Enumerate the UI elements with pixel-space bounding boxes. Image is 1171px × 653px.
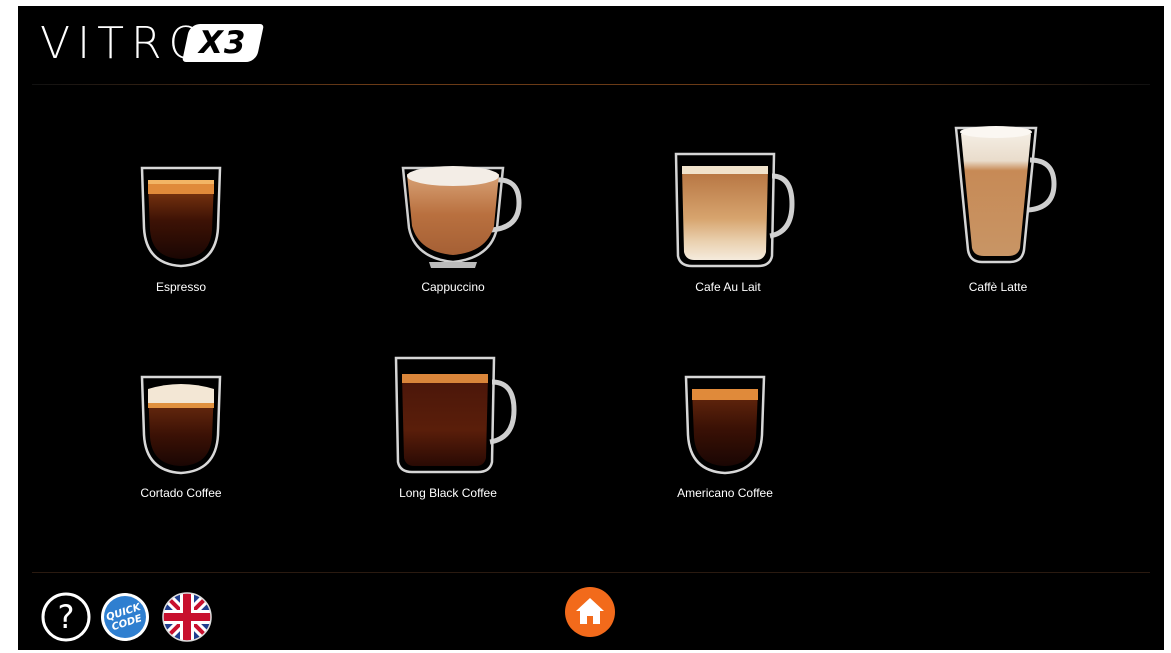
product-cappuccino[interactable]: Cappuccino [353, 158, 553, 294]
product-label: Cortado Coffee [140, 486, 222, 500]
uk-flag-icon [162, 592, 212, 642]
brand-badge-text: X3 [199, 25, 247, 61]
header-divider [32, 84, 1150, 85]
home-button[interactable] [564, 586, 616, 638]
help-button[interactable]: ? [40, 591, 92, 643]
footer-divider [32, 572, 1150, 573]
product-cortado-coffee[interactable]: Cortado Coffee [81, 369, 281, 500]
long-black-mug-icon [394, 356, 517, 474]
header: VITRO X3 [18, 6, 1164, 86]
product-label: Long Black Coffee [399, 486, 497, 500]
americano-glass-icon [684, 375, 766, 475]
quick-code-icon: QUICK CODE [101, 593, 149, 641]
product-label: Americano Coffee [677, 486, 773, 500]
help-icon: ? [41, 592, 91, 642]
cortado-glass-icon [140, 375, 222, 475]
cappuccino-cup-icon [401, 166, 522, 268]
help-symbol: ? [58, 598, 75, 636]
cafe-au-lait-mug-icon [674, 152, 795, 268]
caffe-latte-glass-icon [954, 126, 1057, 264]
product-americano-coffee[interactable]: Americano Coffee [625, 369, 825, 500]
product-cafe-au-lait[interactable]: Cafe Au Lait [628, 148, 828, 294]
product-label: Cafe Au Lait [695, 280, 761, 294]
machine-screen: VITRO X3 Espresso Cappuccino Cafe Au Lai… [18, 6, 1164, 650]
product-long-black-coffee[interactable]: Long Black Coffee [348, 354, 548, 500]
product-label: Espresso [155, 280, 207, 294]
quick-code-button[interactable]: QUICK CODE [99, 591, 151, 643]
product-label: Cappuccino [421, 280, 485, 294]
product-label: Caffè Latte [968, 280, 1028, 294]
brand-badge: X3 [181, 24, 265, 62]
product-espresso[interactable]: Espresso [81, 158, 281, 294]
espresso-glass-icon [140, 166, 222, 268]
language-button[interactable] [161, 591, 213, 643]
product-caffe-latte[interactable]: Caffè Latte [898, 122, 1098, 294]
home-icon [565, 587, 615, 637]
